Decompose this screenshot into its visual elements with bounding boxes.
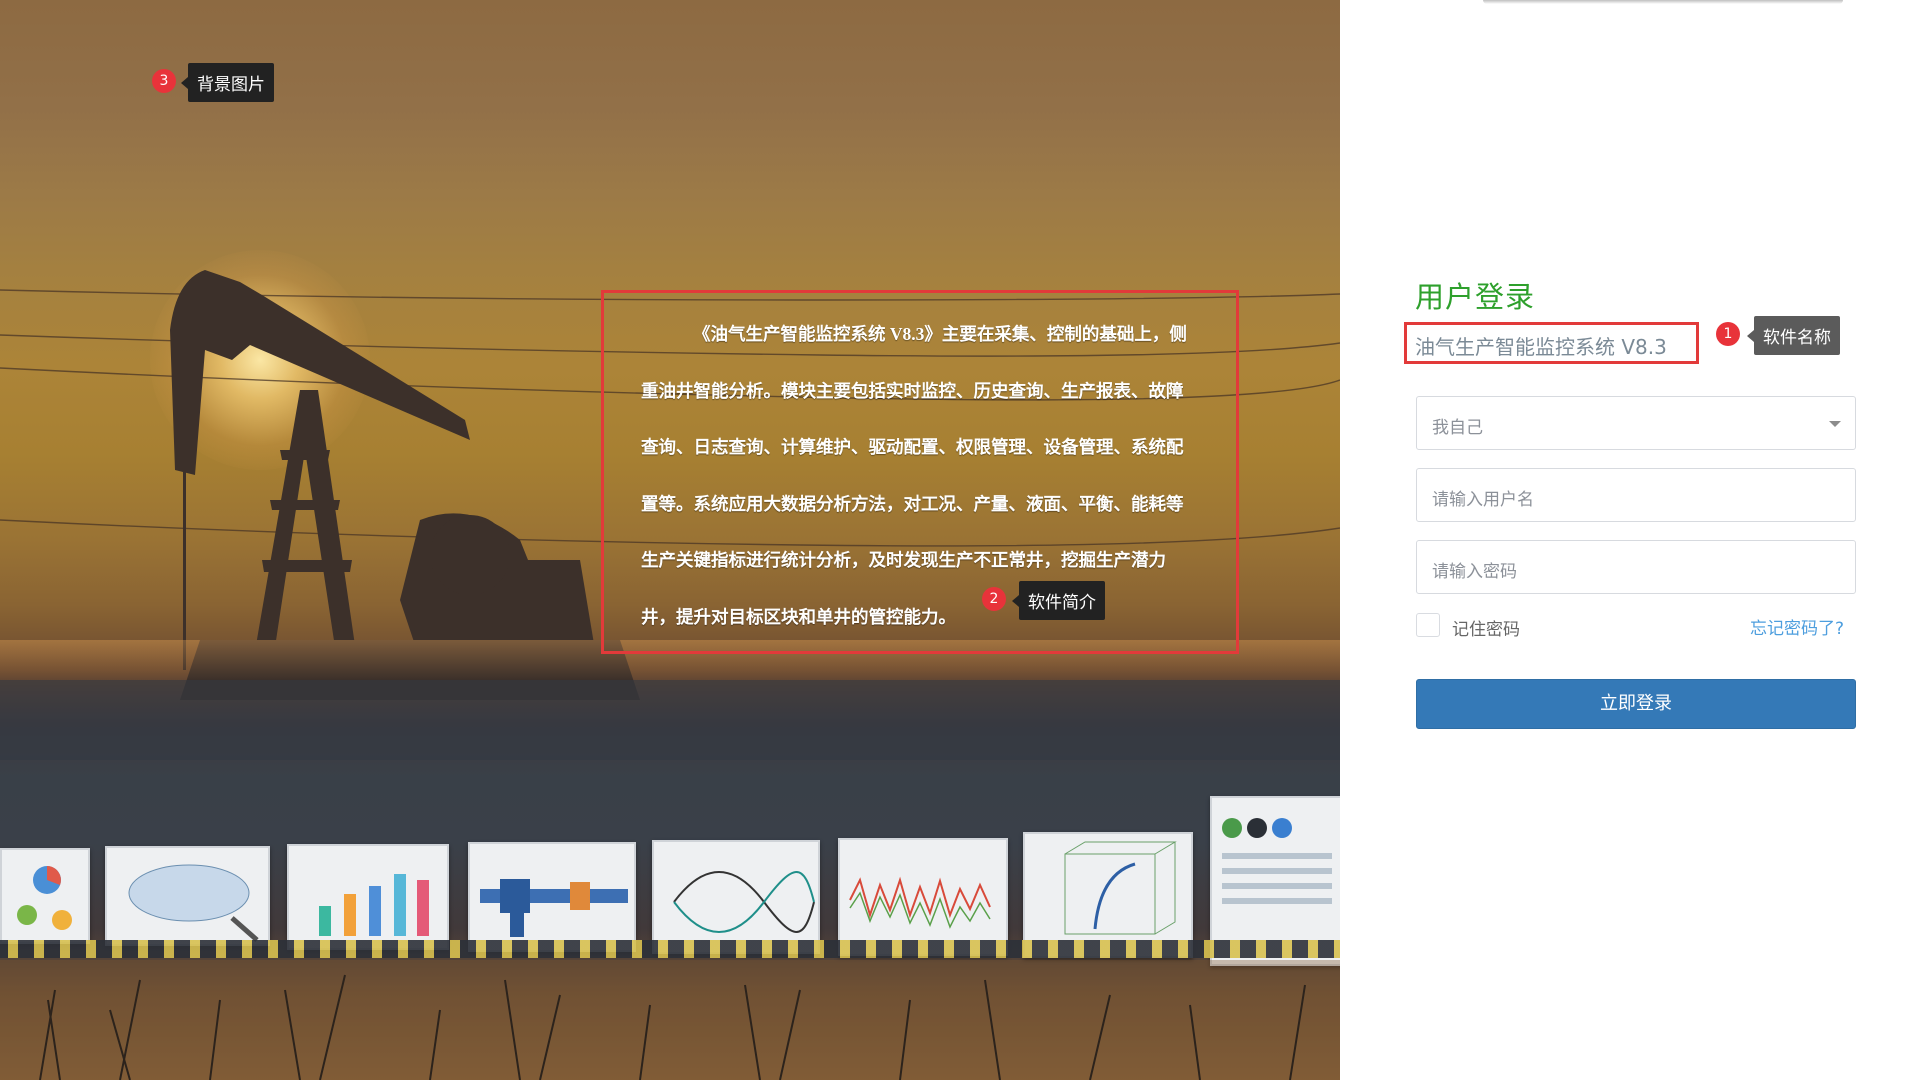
wave-chart-thumbnail (652, 840, 820, 954)
software-intro-text: 《油气生产智能监控系统 V8.3》主要在采集、控制的基础上，侧重油井智能分析。模… (641, 324, 1187, 627)
forgot-password-link[interactable]: 忘记密码了? (1750, 614, 1844, 639)
annotation-tooltip-background: 背景图片 (181, 63, 274, 102)
grass-silhouette (0, 960, 1340, 1080)
film-perforations (0, 940, 1340, 958)
remember-password-label[interactable]: 记住密码 (1452, 615, 1520, 640)
line-chart-thumbnail (838, 838, 1008, 956)
annotation-badge-1: 1 (1716, 322, 1740, 346)
username-input[interactable]: 请输入用户名 (1416, 468, 1856, 522)
bar-chart-thumbnail (287, 844, 449, 950)
device-diagram-thumbnail (468, 842, 636, 952)
pie-chart-thumbnail (0, 848, 90, 944)
username-placeholder: 请输入用户名 (1432, 490, 1534, 510)
annotation-badge-3: 3 (152, 69, 176, 93)
annotation-tooltip-software-name: 软件名称 (1747, 316, 1840, 355)
map-chart-thumbnail (105, 846, 270, 946)
login-button[interactable]: 立即登录 (1416, 679, 1856, 729)
software-name: 油气生产智能监控系统 V8.3 (1415, 335, 1667, 359)
top-dropdown-shadow (1483, 0, 1843, 4)
password-placeholder: 请输入密码 (1432, 562, 1517, 582)
remember-password-checkbox[interactable] (1416, 613, 1440, 637)
role-select[interactable]: 我自己 (1416, 396, 1856, 450)
password-input[interactable]: 请输入密码 (1416, 540, 1856, 594)
annotation-badge-2: 2 (982, 587, 1006, 611)
annotation-tooltip-intro: 软件简介 (1012, 581, 1105, 620)
background-image: 3 背景图片 《油气生产智能监控系统 V8.3》主要在采集、控制的基础上，侧重油… (0, 0, 1340, 1080)
login-title: 用户登录 (1415, 280, 1536, 314)
caret-down-icon (1829, 421, 1841, 427)
role-select-value: 我自己 (1432, 418, 1483, 438)
